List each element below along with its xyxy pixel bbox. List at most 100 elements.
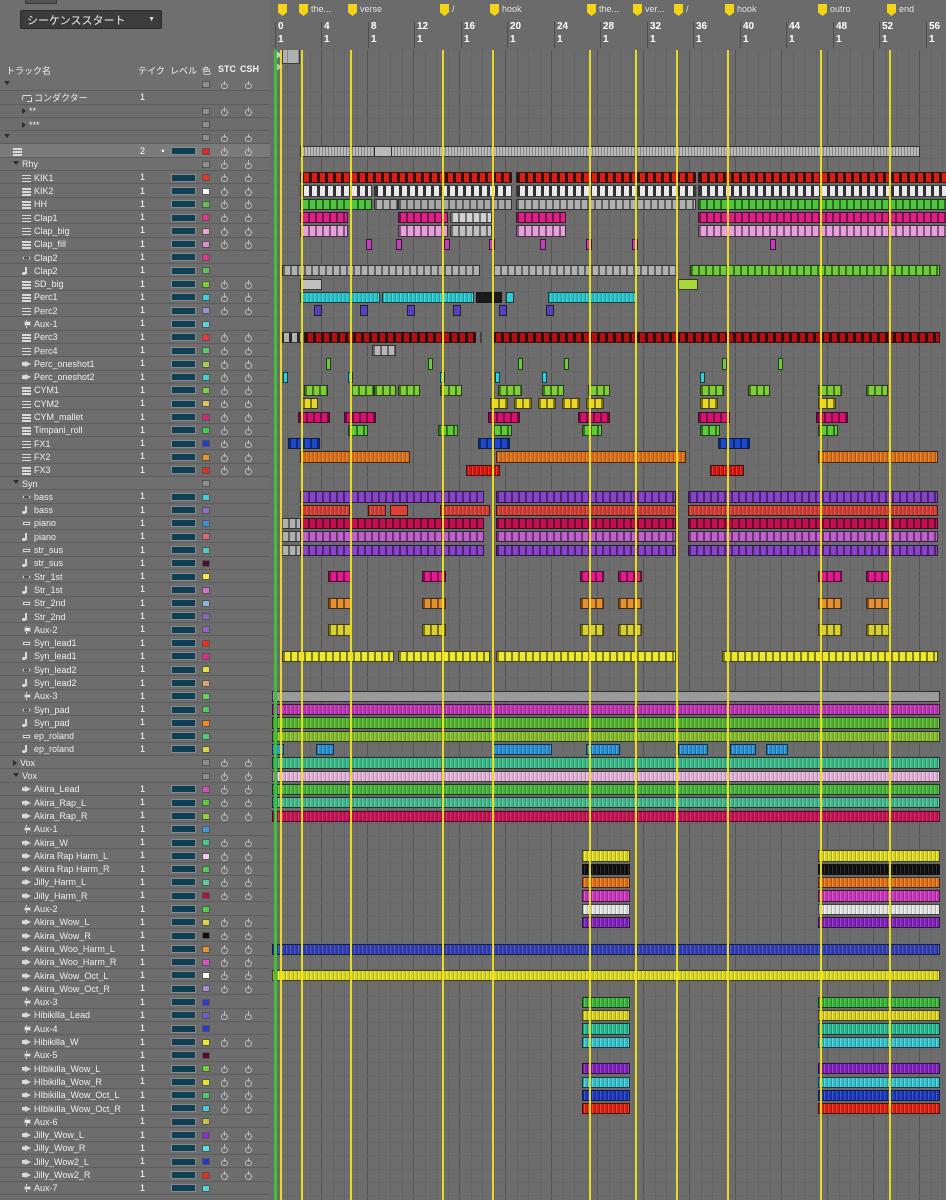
track-row[interactable]: Str_1st 1 [0, 570, 270, 584]
track-color-swatch[interactable] [202, 892, 210, 900]
stc-power-icon[interactable] [220, 293, 229, 303]
csh-power-icon[interactable] [244, 1157, 253, 1167]
track-color-swatch[interactable] [202, 1118, 210, 1126]
track-color-swatch[interactable] [202, 254, 210, 262]
track-row[interactable]: bass 1 [0, 490, 270, 504]
track-level-meter[interactable] [171, 439, 196, 448]
clip-region[interactable] [272, 704, 940, 716]
track-color-swatch[interactable] [202, 546, 210, 554]
stc-power-icon[interactable] [220, 466, 229, 475]
disclosure-open-icon[interactable] [13, 160, 19, 168]
track-color-swatch[interactable] [202, 480, 210, 488]
clip-region[interactable] [300, 185, 372, 197]
track-row[interactable]: Akira_W 1 [0, 836, 270, 850]
track-row[interactable]: Aux-6 1 [0, 1115, 270, 1129]
clip-region[interactable] [272, 730, 940, 742]
clip-region[interactable] [298, 411, 330, 423]
csh-power-icon[interactable] [244, 439, 253, 449]
track-name-cell[interactable]: Syn_lead2 [22, 676, 136, 689]
clip-region[interactable] [582, 424, 602, 437]
clip-region[interactable] [818, 1010, 940, 1022]
csh-power-icon[interactable] [244, 865, 253, 874]
track-row[interactable]: Perc1 1 [0, 291, 270, 305]
clip-region[interactable] [778, 358, 783, 370]
track-name-cell[interactable]: HIbikilla_Wow_Oct_R [22, 1102, 136, 1115]
track-level-meter[interactable] [171, 958, 196, 967]
track-name-cell[interactable]: Str_2nd [22, 610, 136, 623]
track-name-cell[interactable]: Str_1st [22, 570, 136, 583]
csh-power-icon[interactable] [244, 1104, 253, 1114]
clip-region[interactable] [818, 877, 940, 889]
track-level-meter[interactable] [171, 984, 196, 993]
track-level-meter[interactable] [171, 213, 196, 222]
track-row[interactable]: Jilly_Wow2_R 1 [0, 1168, 270, 1182]
track-name-cell[interactable]: HH [22, 198, 136, 211]
track-level-meter[interactable] [171, 266, 196, 275]
stc-power-icon[interactable] [220, 346, 229, 356]
track-level-meter[interactable] [171, 1051, 196, 1060]
track-row[interactable]: Jilly_Wow2_L 1 [0, 1155, 270, 1169]
clip-region[interactable] [300, 517, 484, 530]
clip-region[interactable] [818, 863, 940, 875]
track-name-cell[interactable]: FX2 [22, 450, 136, 463]
track-row[interactable]: Hibikilla_Lead 1 [0, 1009, 270, 1023]
clip-region[interactable] [586, 744, 620, 756]
track-name-cell[interactable]: Jilly_Wow2_R [22, 1168, 136, 1181]
track-row[interactable]: Akira_Wow_Oct_R 1 [0, 982, 270, 996]
disclosure-open-icon[interactable] [13, 772, 19, 780]
clip-region[interactable] [326, 358, 331, 370]
track-row[interactable]: FX2 1 [0, 450, 270, 464]
clip-region[interactable] [302, 398, 318, 410]
track-row[interactable]: Syn_pad 1 [0, 703, 270, 717]
track-name-cell[interactable]: piano [22, 517, 136, 530]
csh-power-icon[interactable] [244, 958, 253, 967]
track-row[interactable]: str_sus 1 [0, 557, 270, 570]
clip-region[interactable] [748, 384, 770, 397]
marker-flag-icon[interactable] [587, 4, 596, 16]
track-name-cell[interactable]: Hibikilla_Lead [22, 1009, 136, 1022]
clip-region[interactable] [398, 650, 490, 663]
clip-region[interactable] [466, 464, 500, 476]
clip-region[interactable] [818, 1103, 940, 1115]
track-name-cell[interactable]: bass [22, 490, 136, 503]
track-level-meter[interactable] [171, 732, 196, 741]
track-name-cell[interactable]: Aux-1 [22, 317, 136, 330]
track-level-meter[interactable] [171, 1170, 196, 1179]
clip-region[interactable] [272, 757, 940, 769]
track-color-swatch[interactable] [202, 466, 210, 474]
ruler-marker[interactable]: the... [299, 4, 331, 16]
track-name-cell[interactable]: CYM_mallet [22, 410, 136, 423]
track-level-meter[interactable] [171, 718, 196, 727]
clip-region[interactable] [480, 331, 482, 343]
track-color-swatch[interactable] [202, 905, 210, 913]
track-color-swatch[interactable] [202, 732, 210, 740]
track-row[interactable]: Akira Rap Harm_L 1 [0, 849, 270, 863]
track-color-swatch[interactable] [202, 839, 210, 847]
track-level-meter[interactable] [171, 745, 196, 754]
track-color-swatch[interactable] [202, 493, 210, 501]
track-color-swatch[interactable] [202, 706, 210, 714]
track-name-cell[interactable]: FX1 [22, 437, 136, 450]
track-row[interactable] [0, 131, 270, 145]
track-row[interactable]: ep_roland 1 [0, 743, 270, 757]
bar-beat-bar[interactable]: 0 1 4 1 8 1 12 1 16 1 20 1 24 1 28 1 32 1 36 1 40 1 44 1 48 1 52 1 5… [270, 21, 946, 51]
marker-bar[interactable]: the... verse / hook the... ver... / hook outro en… [270, 0, 946, 22]
stc-power-icon[interactable] [220, 306, 229, 316]
csh-power-icon[interactable] [244, 918, 253, 927]
clip-region[interactable] [698, 212, 946, 224]
track-name-cell[interactable]: Perc2 [22, 304, 136, 317]
track-level-meter[interactable] [171, 1077, 196, 1086]
track-color-swatch[interactable] [202, 985, 210, 993]
track-row[interactable]: Aux-5 1 [0, 1049, 270, 1062]
clip-region[interactable] [516, 198, 696, 210]
track-level-meter[interactable] [171, 785, 196, 794]
clip-region[interactable] [300, 145, 920, 157]
track-row[interactable]: Aux-2 1 [0, 902, 270, 916]
track-level-meter[interactable] [171, 811, 196, 820]
track-name-cell[interactable]: Syn_lead1 [22, 636, 136, 649]
ruler-marker[interactable]: outro [818, 4, 851, 16]
track-name-cell[interactable]: HIbikilla_Wow_R [22, 1075, 136, 1088]
track-color-swatch[interactable] [202, 799, 210, 807]
clip-region[interactable] [818, 1036, 940, 1048]
track-name-cell[interactable]: Aux-2 [22, 902, 136, 915]
